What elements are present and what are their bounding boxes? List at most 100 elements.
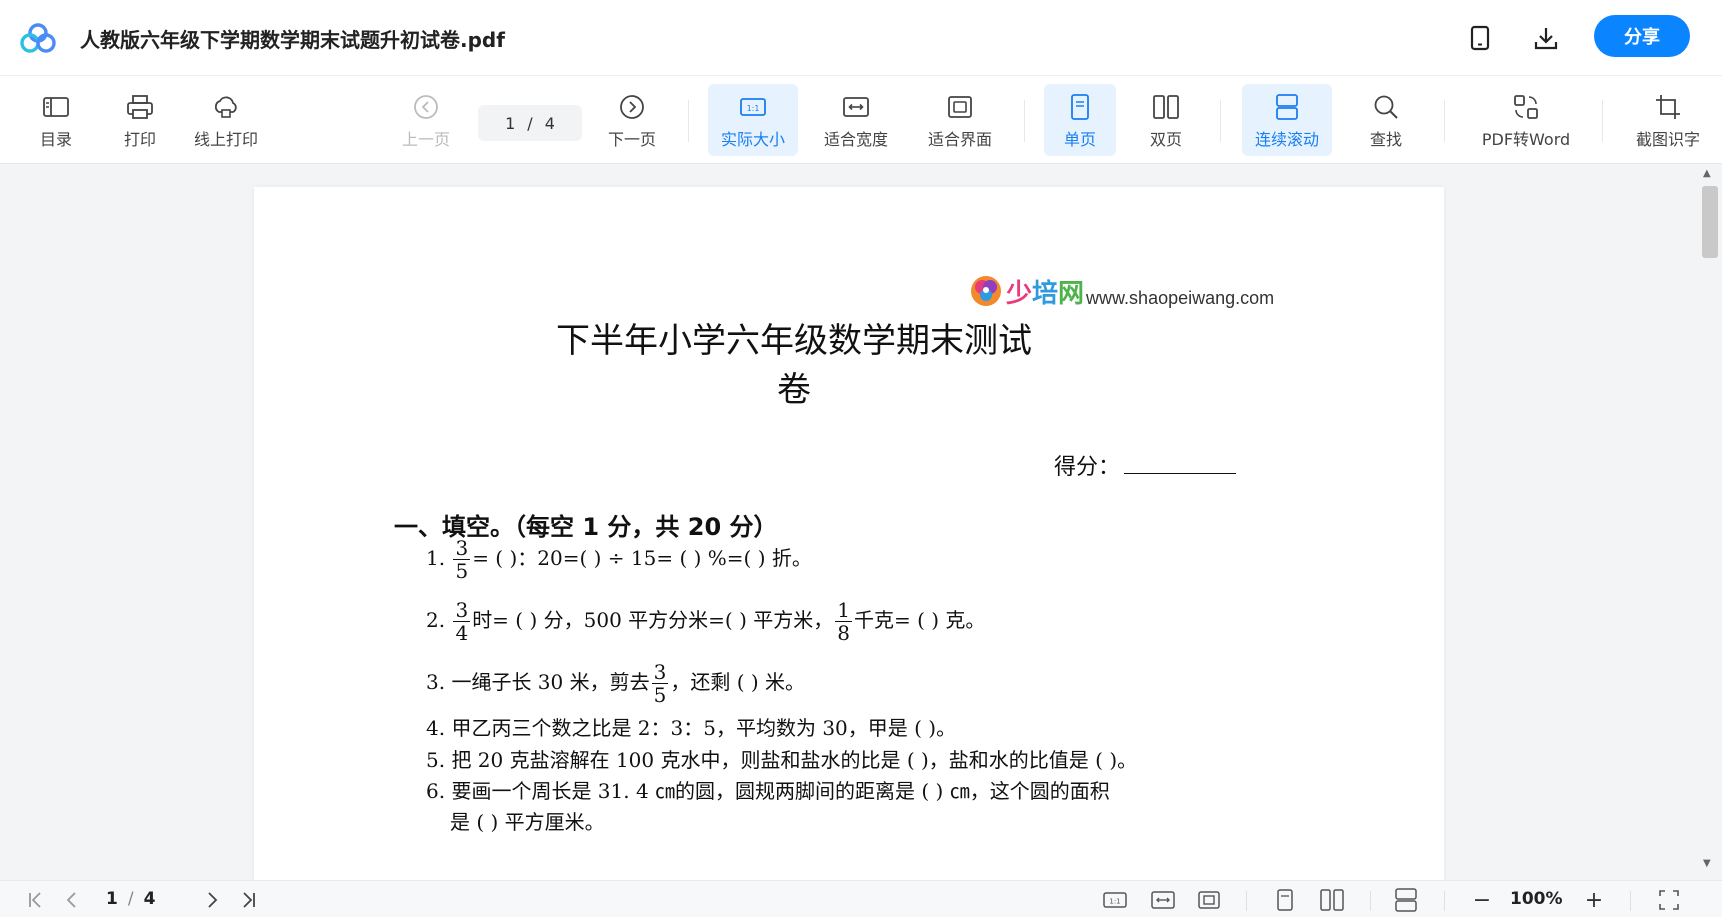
fraction: 18 [835, 599, 852, 644]
download-icon [1534, 28, 1558, 50]
status-actual-size-badge: 1:1 [1109, 898, 1120, 906]
mobile-view-button[interactable] [1462, 20, 1498, 56]
toolbar-divider [1602, 100, 1603, 142]
logo-char: 少 [1006, 279, 1033, 309]
question-6: 6. 要画一个周长是 31. 4 ㎝的圆，圆规两脚间的距离是 ( ) ㎝，这个圆… [426, 779, 1110, 803]
status-double-page-button[interactable] [1318, 887, 1346, 913]
fit-page-button[interactable]: 适合界面 [922, 84, 998, 156]
fit-page-icon [948, 96, 972, 118]
logo-char: 网 [1058, 279, 1085, 309]
double-page-icon [1153, 95, 1179, 119]
screenshot-ocr-button[interactable]: 截图识字 [1628, 84, 1708, 156]
actual-size-icon: 1:1 [1103, 892, 1127, 908]
site-logo: 少培网 www.shaopeiwang.com [968, 273, 1274, 309]
next-page-small-button[interactable] [200, 887, 224, 913]
convert-icon [1514, 95, 1538, 119]
online-print-button[interactable]: 线上打印 [188, 84, 264, 156]
single-page-label: 单页 [1063, 130, 1096, 149]
question-1: 1. 3 5 = ( )：20=( ) ÷ 15= ( ) %=( ) 折。 [426, 537, 812, 582]
status-actual-size-button[interactable]: 1:1 [1102, 887, 1128, 913]
fullscreen-button[interactable] [1656, 887, 1682, 913]
continuous-scroll-icon [1395, 888, 1417, 912]
zoom-level: 100% [1510, 889, 1563, 909]
fraction: 34 [453, 598, 471, 645]
fit-width-button[interactable]: 适合宽度 [818, 84, 894, 156]
score-blank [1124, 456, 1237, 474]
fit-width-label: 适合宽度 [823, 130, 888, 149]
single-page-icon [1277, 889, 1293, 911]
fraction-numerator: 3 [651, 660, 669, 684]
prev-page-button[interactable]: 上一页 [398, 84, 454, 156]
zoom-in-button[interactable]: + [1582, 887, 1606, 913]
toc-label: 目录 [39, 130, 72, 149]
double-page-label: 双页 [1149, 130, 1182, 149]
status-divider [1444, 891, 1445, 911]
actual-size-label: 实际大小 [720, 130, 785, 149]
fraction-denominator: 4 [455, 621, 469, 645]
fraction-denominator: 5 [653, 683, 667, 707]
scroll-up-arrow-icon[interactable]: ▲ [1703, 168, 1711, 179]
crop-icon [1656, 95, 1680, 119]
continuous-scroll-button[interactable]: 连续滚动 [1242, 84, 1332, 156]
status-page-indicator[interactable]: 1 / 4 [106, 889, 155, 909]
double-page-button[interactable]: 双页 [1136, 84, 1196, 156]
fraction-denominator: 8 [837, 621, 850, 645]
prev-circle-icon [414, 95, 438, 119]
status-continuous-button[interactable] [1392, 887, 1420, 913]
question-text: 千克= ( ) 克。 [853, 608, 986, 632]
status-divider [1246, 891, 1247, 911]
chevron-left-icon [66, 892, 76, 908]
last-page-icon [243, 892, 255, 908]
status-single-page-button[interactable] [1272, 887, 1298, 913]
question-text: ，还剩 ( ) 米。 [670, 670, 806, 694]
fullscreen-icon [1659, 890, 1679, 910]
cloud-print-icon [214, 96, 237, 118]
pdf-to-word-button[interactable]: PDF转Word [1476, 84, 1576, 156]
fraction-denominator: 5 [455, 559, 469, 583]
status-current-page: 1 [106, 889, 118, 909]
toc-icon [43, 97, 69, 117]
next-page-button[interactable]: 下一页 [604, 84, 660, 156]
question-text: 3. 一绳子长 30 米，剪去 [426, 670, 650, 694]
continuous-scroll-label: 连续滚动 [1254, 130, 1319, 149]
site-url: www.shaopeiwang.com [1086, 288, 1275, 308]
fraction-numerator: 1 [835, 598, 852, 622]
question-6-continued: 是 ( ) 平方厘米。 [450, 810, 605, 834]
first-page-button[interactable] [24, 887, 48, 913]
vertical-scrollbar[interactable] [1698, 165, 1722, 880]
question-text: 时= ( ) 分，500 平方分米=( ) 平方米， [472, 608, 834, 632]
question-3: 3. 一绳子长 30 米，剪去 3 5 ，还剩 ( ) 米。 [426, 661, 805, 706]
page-indicator[interactable]: 1 / 4 [478, 105, 582, 141]
score-label: 得分： [1054, 455, 1121, 480]
print-button[interactable]: 打印 [120, 84, 160, 156]
download-button[interactable] [1528, 20, 1564, 56]
site-logo-text: 少培网 [1006, 279, 1084, 309]
question-4: 4. 甲乙丙三个数之比是 2：3：5，平均数为 30，甲是 ( )。 [426, 716, 957, 740]
toc-button[interactable]: 目录 [36, 84, 76, 156]
search-icon [1374, 95, 1398, 119]
screenshot-ocr-label: 截图识字 [1635, 130, 1700, 149]
single-page-button[interactable]: 单页 [1044, 84, 1116, 156]
actual-size-button[interactable]: 1:1 实际大小 [708, 84, 798, 156]
document-viewer[interactable]: 少培网 www.shaopeiwang.com 下半年小学六年级数学期末测试卷 … [0, 165, 1698, 880]
last-page-button[interactable] [236, 887, 260, 913]
online-print-label: 线上打印 [193, 130, 258, 149]
share-button[interactable]: 分享 [1594, 15, 1690, 57]
pdf-page: 少培网 www.shaopeiwang.com 下半年小学六年级数学期末测试卷 … [254, 187, 1444, 880]
zoom-out-button[interactable]: − [1470, 887, 1494, 913]
toolbar-divider [1024, 100, 1025, 142]
scrollbar-thumb[interactable] [1702, 186, 1718, 258]
find-button[interactable]: 查找 [1362, 84, 1410, 156]
flower-logo-icon [971, 276, 1001, 306]
fit-width-icon [1151, 891, 1175, 909]
prev-page-small-button[interactable] [60, 887, 84, 913]
scroll-down-arrow-icon[interactable]: ▼ [1703, 858, 1711, 869]
fraction: 35 [651, 660, 669, 707]
fraction-numerator: 3 [453, 598, 471, 622]
chevron-right-icon [208, 892, 218, 908]
status-fit-page-button[interactable] [1196, 887, 1222, 913]
status-fit-width-button[interactable] [1150, 887, 1176, 913]
pdf-to-word-label: PDF转Word [1481, 130, 1571, 149]
question-5: 5. 把 20 克盐溶解在 100 克水中，则盐和盐水的比是 ( )，盐和水的比… [426, 748, 1138, 772]
toolbar-divider [1444, 100, 1445, 142]
